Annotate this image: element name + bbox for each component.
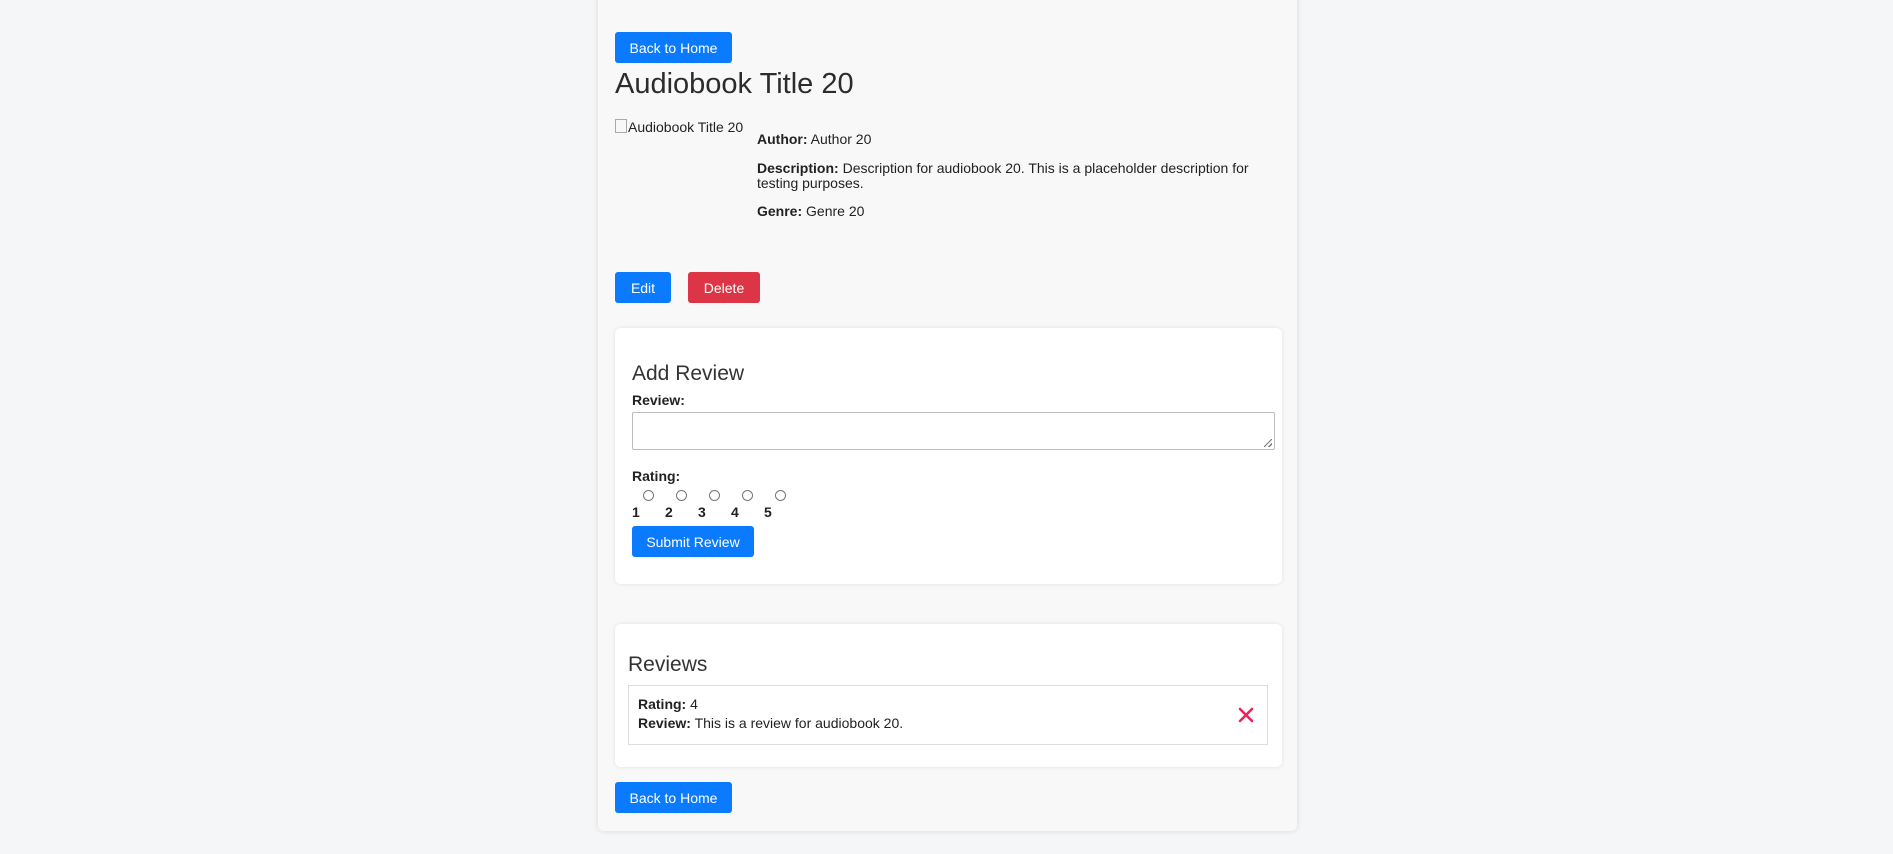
rating-option-label-1: 1: [632, 504, 640, 520]
add-review-card: Add Review Review: Rating: 1 2 3 4 5 Sub…: [615, 328, 1282, 584]
reviews-card: Reviews Rating: 4 Review: This is a revi…: [615, 624, 1282, 767]
author-value: Author 20: [810, 131, 872, 147]
review-text-label: Review:: [638, 715, 691, 731]
rating-option-label-4: 4: [731, 504, 739, 520]
resize-grip-icon[interactable]: [1264, 439, 1272, 447]
cover-alt-text: Audiobook Title 20: [628, 119, 744, 135]
edit-button[interactable]: Edit: [615, 272, 671, 303]
rating-radio-2[interactable]: [676, 490, 687, 501]
close-icon[interactable]: [1237, 706, 1255, 724]
review-label: Review:: [632, 392, 685, 408]
reviews-heading: Reviews: [628, 653, 708, 676]
rating-radio-3[interactable]: [709, 490, 720, 501]
author-label: Author:: [757, 131, 808, 147]
review-rating-value: 4: [690, 696, 698, 712]
genre-row: Genre: Genre 20: [757, 204, 1277, 219]
genre-value: Genre 20: [806, 203, 865, 219]
review-textarea[interactable]: [632, 412, 1275, 450]
rating-label: Rating:: [632, 468, 681, 484]
back-to-home-button-bottom[interactable]: Back to Home: [615, 782, 732, 813]
audiobook-cover-image: Audiobook Title 20: [615, 119, 743, 135]
back-to-home-button-top[interactable]: Back to Home: [615, 32, 732, 63]
rating-radio-5[interactable]: [775, 490, 786, 501]
rating-radio-4[interactable]: [742, 490, 753, 501]
genre-label: Genre:: [757, 203, 803, 219]
description-label: Description:: [757, 160, 839, 176]
review-rating-label: Rating:: [638, 696, 687, 712]
review-list-item: Rating: 4 Review: This is a review for a…: [628, 685, 1268, 745]
delete-button[interactable]: Delete: [688, 272, 760, 303]
broken-image-icon: [615, 119, 627, 133]
audiobook-detail-page: Back to Home Audiobook Title 20 Audioboo…: [598, 0, 1297, 831]
author-row: Author: Author 20: [757, 132, 1277, 147]
rating-option-label-5: 5: [764, 504, 772, 520]
rating-option-label-3: 3: [698, 504, 706, 520]
add-review-heading: Add Review: [632, 362, 745, 385]
review-text-value: This is a review for audiobook 20.: [694, 715, 904, 731]
review-rating-row: Rating: 4: [638, 696, 698, 712]
submit-review-button[interactable]: Submit Review: [632, 526, 754, 557]
rating-radio-1[interactable]: [643, 490, 654, 501]
rating-option-label-2: 2: [665, 504, 673, 520]
page-title: Audiobook Title 20: [615, 68, 854, 100]
review-text-row: Review: This is a review for audiobook 2…: [638, 715, 903, 731]
description-row: Description: Description for audiobook 2…: [757, 161, 1277, 191]
